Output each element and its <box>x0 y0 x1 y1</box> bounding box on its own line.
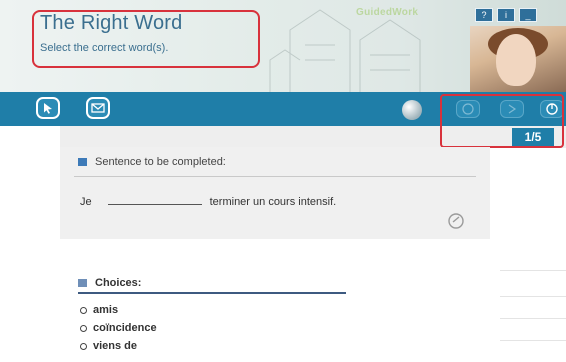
student-photo <box>470 26 566 92</box>
sphere-icon[interactable] <box>402 100 422 120</box>
answer-blank[interactable] <box>107 204 202 205</box>
cursor-button[interactable] <box>36 97 60 119</box>
choices-divider <box>78 292 346 294</box>
choice-item[interactable]: coïncidence <box>80 322 157 334</box>
choices-heading: Choices: <box>78 277 141 289</box>
radio-button[interactable] <box>80 306 87 314</box>
choices-heading-label: Choices: <box>95 277 142 289</box>
heading-bullet-icon <box>78 158 87 166</box>
sentence-heading: Sentence to be completed: <box>78 156 226 168</box>
minimize-button[interactable]: _ <box>519 8 537 22</box>
nav-highlight-frame <box>440 94 564 148</box>
sentence: Je terminer un cours intensif. <box>80 196 336 208</box>
choice-label: coïncidence <box>93 322 157 334</box>
divider <box>500 270 566 271</box>
divider <box>500 340 566 341</box>
help-button[interactable]: ? <box>475 8 493 22</box>
radio-button[interactable] <box>80 324 87 332</box>
check-answer-icon[interactable] <box>446 210 466 230</box>
choice-label: amis <box>93 304 119 316</box>
cursor-icon <box>44 103 52 114</box>
radio-button[interactable] <box>80 342 87 350</box>
divider <box>500 318 566 319</box>
app-header: The Right Word Select the correct word(s… <box>0 0 566 92</box>
info-button[interactable]: i <box>497 8 515 22</box>
divider <box>500 296 566 297</box>
heading-bullet-icon <box>78 279 87 287</box>
sentence-heading-label: Sentence to be completed: <box>95 156 226 168</box>
building-sketch-image <box>269 9 421 92</box>
brand-logo: GuidedWork <box>356 7 419 18</box>
window-controls: ? i _ <box>475 8 537 22</box>
mail-icon <box>91 103 105 113</box>
choice-item[interactable]: viens de <box>80 340 137 352</box>
divider <box>74 176 476 177</box>
choice-label: viens de <box>93 340 138 352</box>
sentence-prefix: Je <box>80 196 92 208</box>
app-subtitle: Select the correct word(s). <box>40 42 169 54</box>
sentence-suffix: terminer un cours intensif. <box>209 196 337 208</box>
choice-item[interactable]: amis <box>80 304 118 316</box>
mail-button[interactable] <box>86 97 110 119</box>
app-title: The Right Word <box>40 12 183 34</box>
